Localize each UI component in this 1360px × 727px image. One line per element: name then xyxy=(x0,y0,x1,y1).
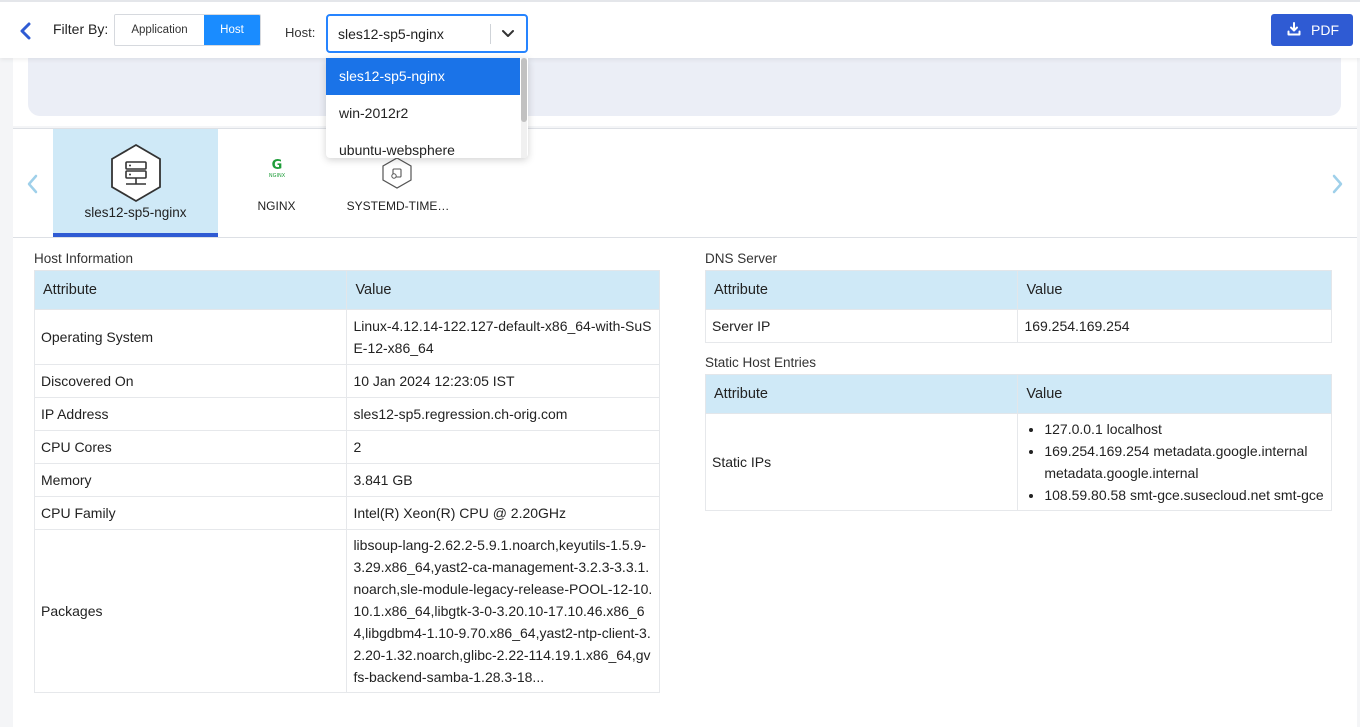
carousel-prev-icon[interactable] xyxy=(25,173,39,195)
nginx-logo-icon: G NGINX xyxy=(268,158,286,179)
column-header-attribute: Attribute xyxy=(704,374,1019,414)
dropdown-option[interactable]: sles12-sp5-nginx xyxy=(326,58,520,95)
attribute-cell: CPU Family xyxy=(33,496,348,530)
host-info-title: Host Information xyxy=(34,251,134,266)
carousel-item-nginx[interactable]: G NGINX NGINX xyxy=(239,129,314,237)
value-cell: Linux-4.12.14-122.127-default-x86_64-wit… xyxy=(346,309,660,365)
dns-server-title: DNS Server xyxy=(705,251,778,266)
attribute-cell: Memory xyxy=(33,463,348,497)
static-ip-list: 127.0.0.1 localhost 169.254.169.254 meta… xyxy=(1024,418,1325,506)
host-select[interactable]: sles12-sp5-nginx xyxy=(326,14,528,53)
host-select-value: sles12-sp5-nginx xyxy=(338,26,444,42)
attribute-cell: Static IPs xyxy=(704,413,1019,511)
column-header-value: Value xyxy=(346,270,660,310)
host-dropdown-menu: sles12-sp5-nginx win-2012r2 ubuntu-websp… xyxy=(326,58,528,158)
list-item: 169.254.169.254 metadata.google.internal… xyxy=(1044,440,1325,484)
table-row: Packages libsoup-lang-2.62.2-5.9.1.noarc… xyxy=(33,529,660,693)
value-cell: 3.841 GB xyxy=(346,463,660,497)
table-row: CPU Family Intel(R) Xeon(R) CPU @ 2.20GH… xyxy=(33,496,660,530)
value-cell: 2 xyxy=(346,430,660,464)
static-hosts-table: Attribute Value Static IPs 127.0.0.1 loc… xyxy=(704,374,1332,511)
attribute-cell: IP Address xyxy=(33,397,348,431)
column-header-value: Value xyxy=(1017,270,1332,310)
attribute-cell: Packages xyxy=(33,529,348,693)
component-carousel: sles12-sp5-nginx G NGINX NGINX SYSTEMD-T… xyxy=(13,128,1357,238)
column-header-attribute: Attribute xyxy=(704,270,1019,310)
table-header-row: Attribute Value xyxy=(704,374,1332,414)
top-bar: Filter By: Application Host Host: sles12… xyxy=(0,0,1360,58)
summary-panel-wrapper xyxy=(13,58,1357,126)
dropdown-scrollbar-thumb[interactable] xyxy=(521,58,527,122)
value-cell: 127.0.0.1 localhost 169.254.169.254 meta… xyxy=(1017,413,1332,511)
server-hex-icon xyxy=(111,143,161,203)
pdf-download-button[interactable]: PDF xyxy=(1271,14,1353,46)
host-label: Host: xyxy=(285,25,316,40)
list-item: 127.0.0.1 localhost xyxy=(1044,418,1325,440)
carousel-next-icon[interactable] xyxy=(1331,173,1345,195)
column-header-value: Value xyxy=(1017,374,1332,414)
dropdown-option[interactable]: win-2012r2 xyxy=(326,95,520,132)
table-row: Server IP 169.254.169.254 xyxy=(704,309,1332,343)
value-cell: 169.254.169.254 xyxy=(1017,309,1332,343)
summary-panel xyxy=(28,58,1341,116)
back-chevron-icon[interactable] xyxy=(18,22,34,40)
table-row: Static IPs 127.0.0.1 localhost 169.254.1… xyxy=(704,413,1332,511)
filter-toggle-group: Application Host xyxy=(114,14,261,46)
dropdown-option[interactable]: ubuntu-websphere xyxy=(326,132,520,158)
select-separator xyxy=(490,24,491,44)
carousel-item-label: NGINX xyxy=(257,199,296,213)
column-header-attribute: Attribute xyxy=(33,270,348,310)
carousel-item-label: sles12-sp5-nginx xyxy=(84,205,187,220)
value-cell: Intel(R) Xeon(R) CPU @ 2.20GHz xyxy=(346,496,660,530)
table-row: Discovered On 10 Jan 2024 12:23:05 IST xyxy=(33,364,660,398)
list-item: 108.59.80.58 smt-gce.susecloud.net smt-g… xyxy=(1044,484,1325,506)
table-header-row: Attribute Value xyxy=(704,270,1332,310)
table-header-row: Attribute Value xyxy=(33,270,660,310)
pdf-button-label: PDF xyxy=(1311,22,1339,38)
attribute-cell: Operating System xyxy=(33,309,348,365)
table-row: CPU Cores 2 xyxy=(33,430,660,464)
table-row: IP Address sles12-sp5.regression.ch-orig… xyxy=(33,397,660,431)
table-row: Operating System Linux-4.12.14-122.127-d… xyxy=(33,309,660,365)
filter-by-label: Filter By: xyxy=(53,21,109,37)
chevron-down-icon[interactable] xyxy=(500,26,516,42)
host-info-table: Attribute Value Operating System Linux-4… xyxy=(33,270,660,693)
static-host-entries-title: Static Host Entries xyxy=(705,355,817,370)
value-cell: sles12-sp5.regression.ch-orig.com xyxy=(346,397,660,431)
service-hex-icon xyxy=(382,157,412,189)
table-row: Memory 3.841 GB xyxy=(33,463,660,497)
details-content: Host Information Attribute Value Operati… xyxy=(13,238,1357,727)
attribute-cell: CPU Cores xyxy=(33,430,348,464)
attribute-cell: Server IP xyxy=(704,309,1019,343)
dns-server-table: Attribute Value Server IP 169.254.169.25… xyxy=(704,270,1332,343)
value-cell: libsoup-lang-2.62.2-5.9.1.noarch,keyutil… xyxy=(346,529,660,693)
filter-host-button[interactable]: Host xyxy=(204,15,260,45)
download-icon xyxy=(1287,22,1301,36)
value-cell: 10 Jan 2024 12:23:05 IST xyxy=(346,364,660,398)
attribute-cell: Discovered On xyxy=(33,364,348,398)
carousel-item-host[interactable]: sles12-sp5-nginx xyxy=(53,129,218,237)
filter-application-button[interactable]: Application xyxy=(115,15,204,45)
carousel-item-label: SYSTEMD-TIME… xyxy=(346,199,450,213)
